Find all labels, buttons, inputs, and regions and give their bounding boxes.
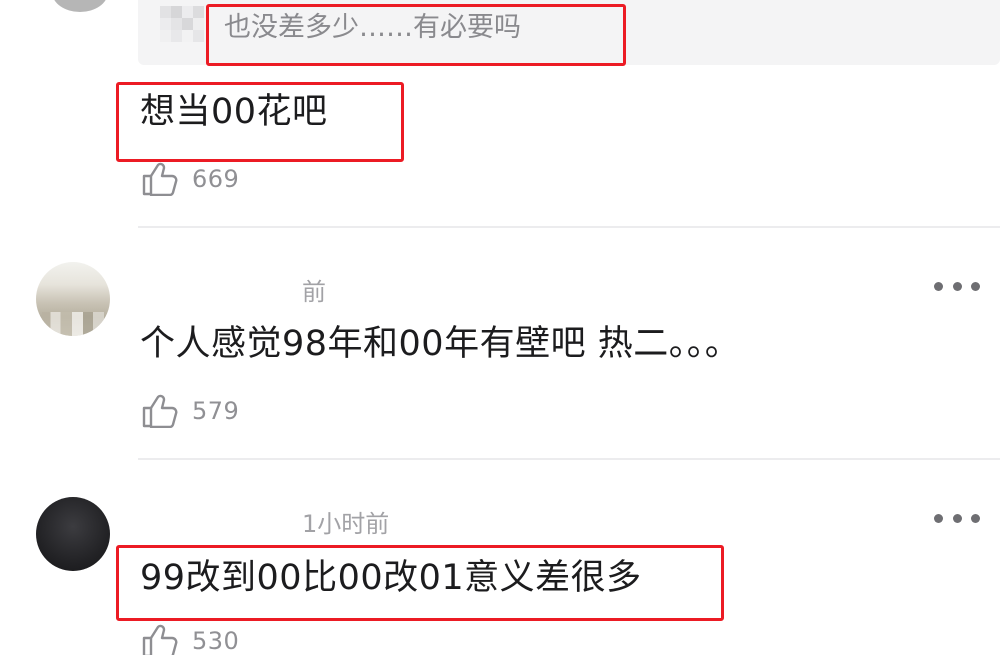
comment-text: 个人感觉98年和00年有壁吧 热二。。。 [140,324,741,364]
highlight-box [116,82,404,162]
like-button[interactable]: 669 [142,162,239,196]
comment-timestamp: 1小时前 [302,510,390,538]
more-options-button[interactable] [934,508,980,528]
more-dots-icon [952,513,962,523]
like-count: 579 [192,397,240,425]
more-dots-icon [952,281,962,291]
more-dots-icon [971,513,980,523]
like-count: 669 [192,165,240,193]
highlight-box [206,4,626,66]
divider [138,458,1000,460]
avatar[interactable] [36,497,110,571]
thumbs-up-icon [142,394,178,428]
highlight-box [116,545,724,621]
like-count: 530 [192,627,240,655]
divider [138,226,1000,228]
like-button[interactable]: 579 [142,394,239,428]
like-button[interactable]: 530 [142,624,239,655]
comment-timestamp: 前 [302,278,326,306]
avatar[interactable] [52,0,108,12]
more-dots-icon [934,281,943,291]
quoted-username-mosaic [160,6,204,42]
more-dots-icon [934,513,943,523]
avatar[interactable] [36,262,110,336]
comment-feed: 也没差多少……有必要吗 想当00花吧 669 前 个人感觉98年和00年有壁吧 … [0,0,1000,655]
thumbs-up-icon [142,162,178,196]
more-options-button[interactable] [934,276,980,296]
more-dots-icon [971,281,980,291]
thumbs-up-icon [142,624,178,655]
